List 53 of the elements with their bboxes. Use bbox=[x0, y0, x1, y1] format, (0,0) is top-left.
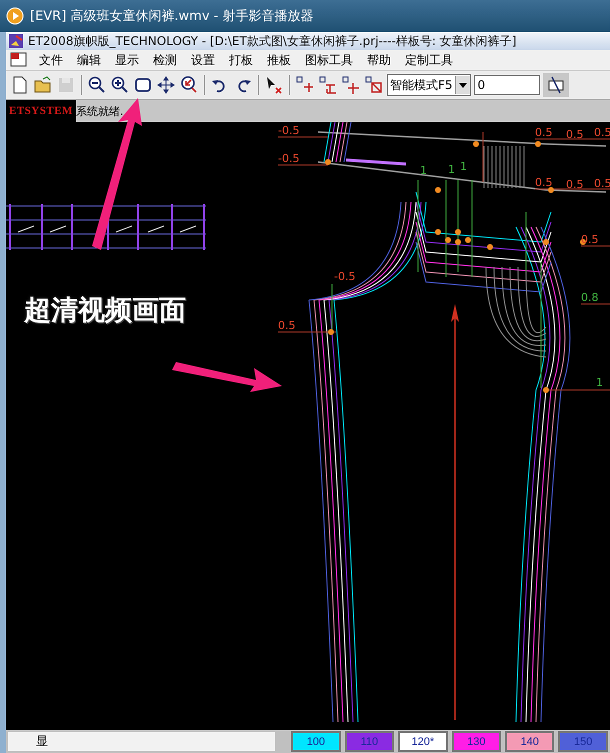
dimension-label: 0.5 bbox=[581, 233, 598, 246]
menu-item[interactable]: 定制工具 bbox=[398, 52, 460, 68]
dimension-label: 1 bbox=[420, 164, 427, 177]
dimension-label: 1 bbox=[448, 163, 455, 176]
menu-item[interactable]: 文件 bbox=[32, 52, 70, 68]
window-title: ET2008旗帜版_TECHNOLOGY - [D:\ET款式图\女童休闲裤子.prj----样板号: 女童休闲裤子] bbox=[28, 32, 516, 50]
dimension-label: 0.5 bbox=[566, 128, 584, 141]
value-field[interactable]: 0 bbox=[474, 75, 540, 95]
caret-icon bbox=[458, 82, 467, 88]
dimension-label: -0.5 bbox=[278, 152, 300, 165]
dimension-label: 0.5 bbox=[535, 126, 552, 139]
point-move-icon[interactable] bbox=[295, 75, 315, 95]
menu-item[interactable]: 显示 bbox=[108, 52, 146, 68]
cursor-delete-icon[interactable] bbox=[264, 75, 284, 95]
mode-dropdown[interactable]: 智能模式F5 bbox=[387, 74, 471, 96]
overlay-caption: 超清视频画面 bbox=[24, 294, 186, 328]
menu-item[interactable]: 帮助 bbox=[360, 52, 398, 68]
rounded-rectangle-icon[interactable] bbox=[133, 75, 153, 95]
open-folder-icon[interactable] bbox=[33, 75, 53, 95]
zoom-arrow-icon[interactable] bbox=[179, 75, 199, 95]
dimension-label: 1 bbox=[596, 376, 603, 389]
dimension-label: 0.5 bbox=[278, 319, 296, 332]
player-logo-icon bbox=[6, 7, 24, 25]
zoom-in-icon[interactable] bbox=[110, 75, 130, 95]
menu-item[interactable]: 图标工具 bbox=[298, 52, 360, 68]
dimension-label: 1 bbox=[460, 160, 467, 173]
menu-item[interactable]: 检测 bbox=[146, 52, 184, 68]
size-swatch[interactable]: 100 bbox=[291, 731, 341, 752]
menu-item[interactable]: 推板 bbox=[260, 52, 298, 68]
tool-button[interactable] bbox=[542, 73, 569, 97]
dimension-label: 0.8 bbox=[581, 291, 598, 304]
dimension-label: 0.5 bbox=[566, 178, 584, 191]
dimension-label: -0.5 bbox=[278, 124, 300, 137]
player-title: [EVR] 高级班女童休闲裤.wmv - 射手影音播放器 bbox=[30, 8, 314, 25]
size-swatch[interactable]: 120* bbox=[398, 731, 448, 752]
status-message: 系统就绪. bbox=[76, 104, 124, 120]
app-logo-icon bbox=[8, 33, 24, 49]
etsystem-logo: ETSYSTEM bbox=[6, 100, 76, 122]
slashed-rectangle-icon bbox=[546, 76, 565, 94]
status-text: 显 bbox=[8, 732, 276, 751]
size-swatch[interactable]: 140 bbox=[505, 731, 554, 752]
menu-item[interactable]: 打板 bbox=[222, 52, 260, 68]
move-arrows-icon[interactable] bbox=[156, 75, 176, 95]
dimension-label: -0.5 bbox=[334, 270, 356, 283]
dimension-label: 0.5 bbox=[535, 176, 552, 189]
menu-item[interactable]: 编辑 bbox=[70, 52, 108, 68]
point-remove-icon[interactable] bbox=[364, 75, 384, 95]
zoom-out-icon[interactable] bbox=[87, 75, 107, 95]
size-swatch[interactable]: 130 bbox=[452, 731, 502, 752]
document-menu-icon[interactable] bbox=[10, 52, 28, 68]
point-add-icon[interactable] bbox=[341, 75, 361, 95]
menu-item[interactable]: 设置 bbox=[184, 52, 222, 68]
point-align-icon[interactable] bbox=[318, 75, 338, 95]
